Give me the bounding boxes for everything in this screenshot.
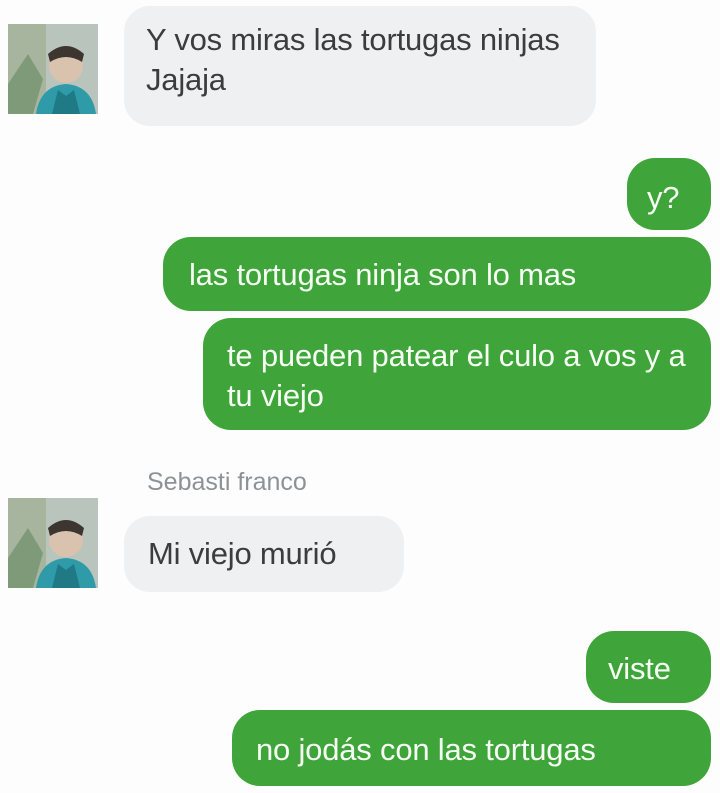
avatar-photo-icon: [8, 498, 98, 588]
message-text: Y vos miras las tortugas ninjas Jajaja: [146, 22, 560, 97]
message-text: y?: [647, 180, 680, 215]
message-text: viste: [608, 651, 671, 686]
outgoing-message[interactable]: y?: [627, 158, 711, 230]
avatar-photo-icon: [8, 24, 98, 114]
chat-thread: Y vos miras las tortugas ninjas Jajaja y…: [0, 0, 720, 793]
outgoing-message[interactable]: te pueden patear el culo a vos y a tu vi…: [203, 318, 711, 430]
avatar[interactable]: [8, 498, 98, 588]
sender-name: Sebasti franco: [147, 468, 307, 496]
outgoing-message[interactable]: viste: [586, 631, 711, 703]
avatar[interactable]: [8, 24, 98, 114]
outgoing-message[interactable]: las tortugas ninja son lo mas: [163, 237, 711, 311]
message-text: no jodás con las tortugas: [256, 732, 596, 767]
incoming-message[interactable]: Mi viejo murió: [124, 516, 404, 592]
message-text: te pueden patear el culo a vos y a tu vi…: [227, 338, 686, 413]
message-text: las tortugas ninja son lo mas: [189, 257, 577, 292]
incoming-message[interactable]: Y vos miras las tortugas ninjas Jajaja: [124, 6, 596, 126]
outgoing-message[interactable]: no jodás con las tortugas: [232, 710, 711, 786]
message-text: Mi viejo murió: [148, 536, 337, 571]
